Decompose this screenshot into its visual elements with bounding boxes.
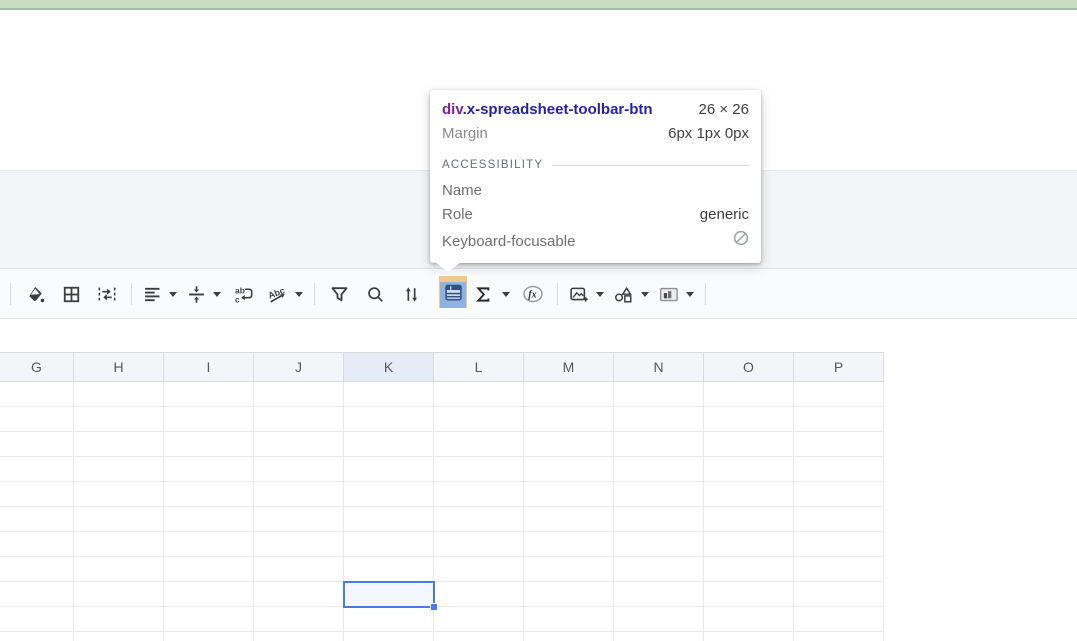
paint-bucket-icon: [26, 285, 45, 304]
search-button[interactable]: [358, 277, 392, 311]
text-wrap-button[interactable]: abc: [227, 277, 261, 311]
autosum-button[interactable]: [470, 277, 514, 311]
element-tag: div: [442, 101, 463, 118]
accessibility-role-value: generic: [700, 206, 749, 223]
grid-column-H[interactable]: [74, 382, 164, 641]
merge-cells-button[interactable]: [90, 277, 124, 311]
column-header-P[interactable]: P: [794, 353, 884, 381]
toolbar-separator: [131, 283, 132, 305]
column-header-L[interactable]: L: [434, 353, 524, 381]
accessibility-section-header: ACCESSIBILITY: [442, 152, 749, 178]
grid-column-N[interactable]: [614, 382, 704, 641]
insert-image-button[interactable]: [565, 277, 608, 311]
valign-middle-icon: [187, 285, 206, 304]
column-header-K[interactable]: K: [344, 353, 434, 381]
dropdown-caret-icon[interactable]: [213, 292, 221, 297]
fill-handle[interactable]: [430, 603, 438, 611]
grid-column-L[interactable]: [434, 382, 524, 641]
toolbar-separator: [10, 283, 11, 305]
section-divider: [552, 165, 749, 166]
horizontal-align-button[interactable]: [139, 277, 181, 311]
browser-top-strip: [0, 0, 1077, 10]
margin-label: Margin: [442, 125, 488, 142]
dropdown-caret-icon[interactable]: [295, 292, 303, 297]
grid-column-I[interactable]: [164, 382, 254, 641]
column-header-row: GHIJKLMNOP: [0, 352, 884, 382]
text-wrap-icon: abc: [234, 285, 254, 304]
accessibility-name-label: Name: [442, 182, 482, 199]
freeze-button[interactable]: [439, 276, 467, 308]
merge-cells-icon: [97, 285, 117, 304]
dropdown-caret-icon[interactable]: [596, 292, 604, 297]
accessibility-role-label: Role: [442, 206, 473, 223]
filter-icon: [330, 285, 349, 304]
borders-icon: [62, 285, 81, 304]
spreadsheet-toolbar: abc Abc fx: [0, 270, 1077, 319]
dropdown-caret-icon[interactable]: [502, 292, 510, 297]
margin-value: 6px 1px 0px: [668, 125, 749, 142]
selected-cell[interactable]: [343, 581, 435, 608]
spreadsheet-grid[interactable]: [0, 382, 884, 641]
devtools-content-overlay: [440, 282, 466, 308]
fill-color-button[interactable]: [18, 277, 52, 311]
grid-column-O[interactable]: [704, 382, 794, 641]
column-header-M[interactable]: M: [524, 353, 614, 381]
chart-icon: [659, 285, 679, 304]
element-selector: div.x-spreadsheet-toolbar-btn: [442, 101, 653, 118]
dropdown-caret-icon[interactable]: [641, 292, 649, 297]
vertical-align-button[interactable]: [183, 277, 225, 311]
filter-button[interactable]: [322, 277, 356, 311]
borders-button[interactable]: [54, 277, 88, 311]
screen: abc Abc fx GHIJKLMNOP div.x-spreadsheet-to…: [0, 0, 1077, 641]
grid-column-J[interactable]: [254, 382, 344, 641]
devtools-inspect-tooltip: div.x-spreadsheet-toolbar-btn 26 × 26 Ma…: [430, 90, 761, 263]
text-rotation-button[interactable]: Abc: [263, 277, 307, 311]
dropdown-caret-icon[interactable]: [169, 292, 177, 297]
accessibility-title: ACCESSIBILITY: [442, 159, 543, 171]
formula-button[interactable]: fx: [516, 277, 550, 311]
dropdown-caret-icon[interactable]: [686, 292, 694, 297]
column-header-O[interactable]: O: [704, 353, 794, 381]
svg-text:fx: fx: [528, 290, 536, 301]
svg-text:c: c: [235, 294, 240, 304]
grid-column-P[interactable]: [794, 382, 884, 641]
column-header-I[interactable]: I: [164, 353, 254, 381]
toolbar-separator: [314, 283, 315, 305]
sort-icon: [402, 285, 421, 304]
column-header-N[interactable]: N: [614, 353, 704, 381]
insert-shape-button[interactable]: [610, 277, 653, 311]
insert-image-icon: [569, 285, 589, 304]
column-header-J[interactable]: J: [254, 353, 344, 381]
toolbar-separator: [705, 283, 706, 305]
shapes-icon: [614, 285, 634, 304]
text-rotation-icon: Abc: [267, 285, 288, 304]
devtools-margin-overlay: [439, 276, 467, 308]
align-left-icon: [143, 285, 162, 304]
accessibility-keyboard-label: Keyboard-focusable: [442, 233, 575, 250]
toolbar-separator: [557, 283, 558, 305]
search-icon: [366, 285, 385, 304]
column-header-H[interactable]: H: [74, 353, 164, 381]
fx-circle-icon: fx: [522, 284, 544, 304]
freeze-table-icon: [444, 283, 463, 307]
not-allowed-icon: [733, 230, 749, 250]
grid-column-M[interactable]: [524, 382, 614, 641]
insert-chart-button[interactable]: [655, 277, 698, 311]
element-class: .x-spreadsheet-toolbar-btn: [463, 101, 653, 118]
column-header-G[interactable]: G: [0, 353, 74, 381]
grid-column-G[interactable]: [0, 382, 74, 641]
element-dimensions: 26 × 26: [699, 101, 749, 118]
sort-button[interactable]: [394, 277, 428, 311]
sigma-icon: [474, 285, 492, 304]
